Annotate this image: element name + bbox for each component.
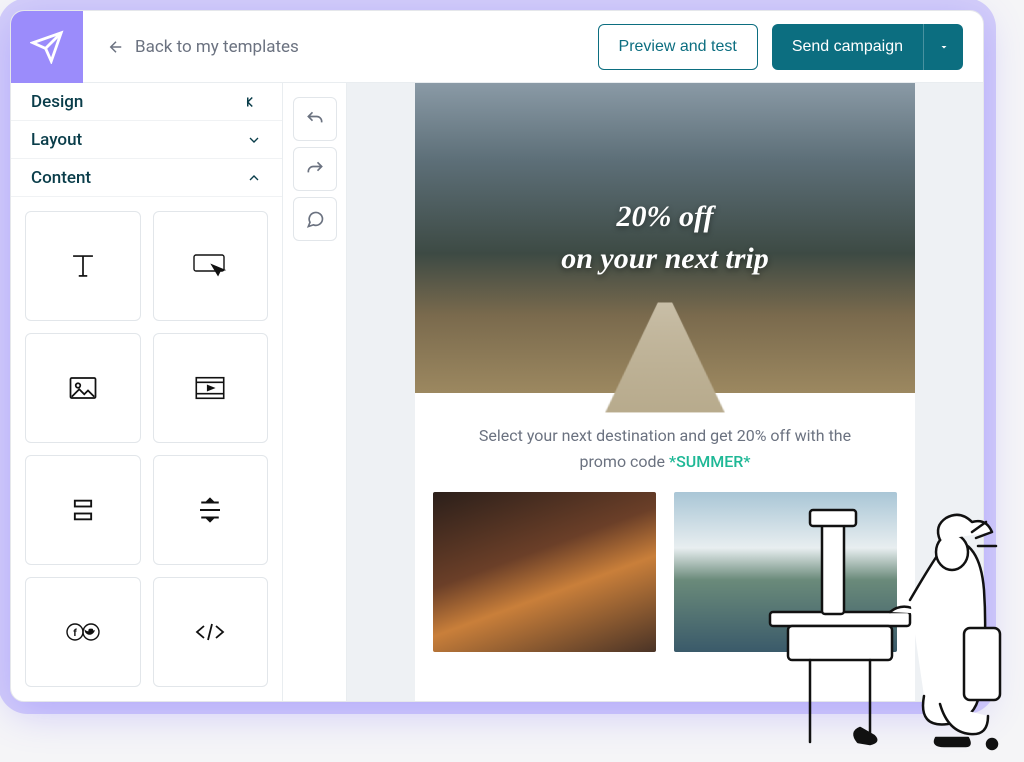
redo-icon <box>305 159 325 179</box>
button-icon <box>192 251 228 281</box>
hero-image[interactable]: 20% off on your next trip <box>415 83 915 393</box>
block-html[interactable] <box>153 577 269 687</box>
image-icon <box>68 375 98 401</box>
arrow-left-icon <box>107 38 125 56</box>
block-divider[interactable] <box>153 455 269 565</box>
back-link[interactable]: Back to my templates <box>83 37 299 57</box>
text-icon <box>66 249 100 283</box>
comments-button[interactable] <box>293 197 337 241</box>
top-bar: Back to my templates Preview and test Se… <box>11 11 983 83</box>
send-campaign-button[interactable]: Send campaign <box>772 24 923 70</box>
send-dropdown-button[interactable] <box>923 24 963 70</box>
sidebar-section-content[interactable]: Content <box>11 159 282 197</box>
comment-icon <box>305 209 325 229</box>
block-social[interactable]: f <box>25 577 141 687</box>
block-button[interactable] <box>153 211 269 321</box>
redo-button[interactable] <box>293 147 337 191</box>
sidebar: Design Layout Content f <box>11 83 283 701</box>
destination-image-1[interactable] <box>433 492 656 652</box>
send-icon <box>30 30 64 64</box>
preview-button[interactable]: Preview and test <box>598 24 758 70</box>
video-icon <box>194 375 226 401</box>
spacer-icon <box>68 496 98 524</box>
promo-code: *SUMMER* <box>669 452 750 471</box>
app-logo[interactable] <box>11 11 83 83</box>
sidebar-section-layout[interactable]: Layout <box>11 121 282 159</box>
content-blocks-grid: f <box>11 197 282 701</box>
undo-icon <box>305 109 325 129</box>
code-icon <box>193 620 227 644</box>
block-spacer[interactable] <box>25 455 141 565</box>
block-video[interactable] <box>153 333 269 443</box>
back-label: Back to my templates <box>135 37 299 57</box>
social-icon: f <box>65 621 101 643</box>
hero-headline: 20% off on your next trip <box>561 196 769 280</box>
sidebar-section-design[interactable]: Design <box>11 83 282 121</box>
block-image[interactable] <box>25 333 141 443</box>
decorative-illustration <box>740 452 1020 752</box>
caret-down-icon <box>938 41 950 53</box>
svg-text:f: f <box>73 628 77 639</box>
tool-column <box>283 83 347 701</box>
chevron-down-icon <box>246 132 262 148</box>
chevron-up-icon <box>246 170 262 186</box>
collapse-left-icon <box>244 93 262 111</box>
undo-button[interactable] <box>293 97 337 141</box>
block-text[interactable] <box>25 211 141 321</box>
divider-icon <box>195 495 225 525</box>
